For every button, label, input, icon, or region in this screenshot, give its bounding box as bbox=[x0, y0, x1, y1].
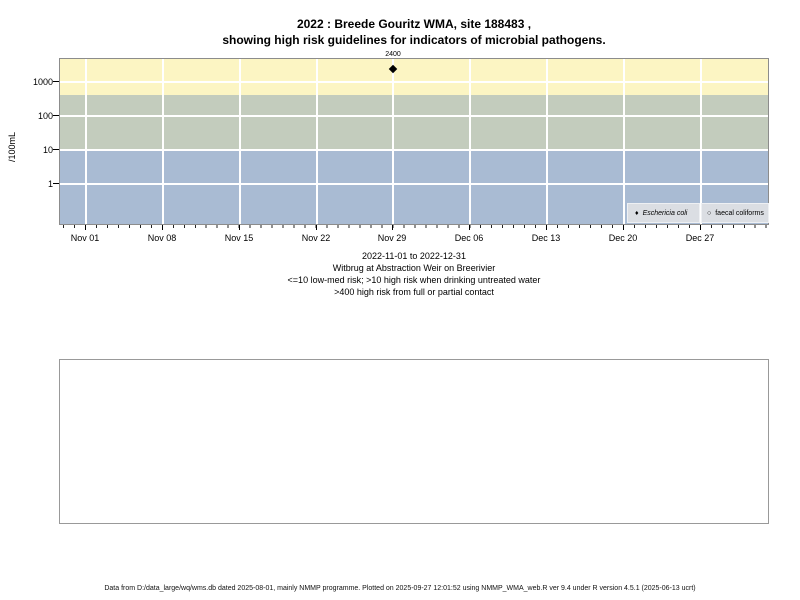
empty-panel bbox=[59, 359, 769, 524]
y-tick-label-1: 1 bbox=[47, 179, 53, 189]
legend-faecal-coliforms-label: faecal coliforms bbox=[715, 209, 764, 217]
y-tick-label-10: 10 bbox=[42, 145, 53, 155]
gridline-nov29 bbox=[392, 59, 394, 224]
gridline-dec20 bbox=[623, 59, 625, 224]
x-tick-dec20 bbox=[623, 225, 624, 230]
chart-caption: 2022-11-01 to 2022-12-31 Witbrug at Abst… bbox=[59, 250, 769, 298]
medium-risk-band bbox=[60, 95, 768, 150]
x-tick-label-dec06: Dec 06 bbox=[454, 233, 484, 243]
gridline-y-10 bbox=[60, 149, 768, 151]
y-tick-1000 bbox=[53, 81, 59, 82]
y-tick-100 bbox=[53, 115, 59, 116]
x-tick-dec06 bbox=[469, 225, 470, 230]
y-tick-10 bbox=[53, 149, 59, 150]
gridline-dec06 bbox=[469, 59, 471, 224]
caption-risk-rule-drinking: <=10 low-med risk; >10 high risk when dr… bbox=[287, 275, 541, 285]
gridline-y-1000 bbox=[60, 81, 768, 83]
gridline-nov22 bbox=[316, 59, 318, 224]
chart-title: 2022 : Breede Gouritz WMA, site 188483 ,… bbox=[59, 16, 769, 48]
x-tick-label-nov08: Nov 08 bbox=[147, 233, 177, 243]
chart-title-line2: showing high risk guidelines for indicat… bbox=[222, 33, 606, 47]
x-axis: Nov 01 Nov 08 Nov 15 Nov 22 Nov 29 Dec 0… bbox=[59, 225, 769, 247]
high-risk-band bbox=[60, 59, 768, 95]
x-tick-label-nov15: Nov 15 bbox=[224, 233, 254, 243]
gridline-y-1 bbox=[60, 183, 768, 185]
y-tick-label-100: 100 bbox=[37, 111, 53, 121]
filled-diamond-icon: ♦ bbox=[635, 209, 639, 217]
gridline-nov15 bbox=[239, 59, 241, 224]
gridline-dec27 bbox=[700, 59, 702, 224]
caption-site-name: Witbrug at Abstraction Weir on Breerivie… bbox=[332, 263, 496, 273]
x-tick-label-dec13: Dec 13 bbox=[531, 233, 561, 243]
x-tick-dec13 bbox=[546, 225, 547, 230]
x-tick-dec27 bbox=[700, 225, 701, 230]
footer-provenance-text: Data from D:/data_large/wq/wms.db dated … bbox=[104, 585, 696, 592]
legend-ecoli: ♦ Eschericia coli bbox=[627, 203, 700, 223]
x-axis-minor-ticks bbox=[59, 225, 769, 228]
x-tick-nov22 bbox=[316, 225, 317, 230]
y-tick-1 bbox=[53, 183, 59, 184]
caption-date-range: 2022-11-01 to 2022-12-31 bbox=[362, 251, 466, 261]
chart-title-line1: 2022 : Breede Gouritz WMA, site 188483 , bbox=[296, 17, 532, 31]
y-tick-label-1000: 1000 bbox=[32, 77, 53, 87]
legend-faecal-coliforms: ○ faecal coliforms bbox=[701, 203, 769, 223]
plot-area: 1000 100 10 1 2400 ♦ Eschericia coli ○ f… bbox=[33, 51, 769, 225]
gridline-nov08 bbox=[162, 59, 164, 224]
x-tick-label-nov01: Nov 01 bbox=[70, 233, 100, 243]
x-tick-label-nov22: Nov 22 bbox=[301, 233, 331, 243]
data-point-value-label: 2400 bbox=[385, 51, 401, 58]
x-tick-label-nov29: Nov 29 bbox=[377, 233, 407, 243]
gridline-nov01 bbox=[85, 59, 87, 224]
x-tick-nov29 bbox=[392, 225, 393, 230]
legend-ecoli-label: Eschericia coli bbox=[642, 209, 688, 217]
open-circle-icon: ○ bbox=[707, 209, 712, 217]
gridline-dec13 bbox=[546, 59, 548, 224]
x-tick-nov15 bbox=[239, 225, 240, 230]
gridline-y-100 bbox=[60, 115, 768, 117]
x-tick-label-dec27: Dec 27 bbox=[685, 233, 715, 243]
caption-risk-rule-contact: >400 high risk from full or partial cont… bbox=[334, 287, 494, 297]
x-tick-label-dec20: Dec 20 bbox=[608, 233, 638, 243]
plot-page: 2022 : Breede Gouritz WMA, site 188483 ,… bbox=[0, 0, 800, 600]
x-tick-nov01 bbox=[85, 225, 86, 230]
x-tick-nov08 bbox=[162, 225, 163, 230]
